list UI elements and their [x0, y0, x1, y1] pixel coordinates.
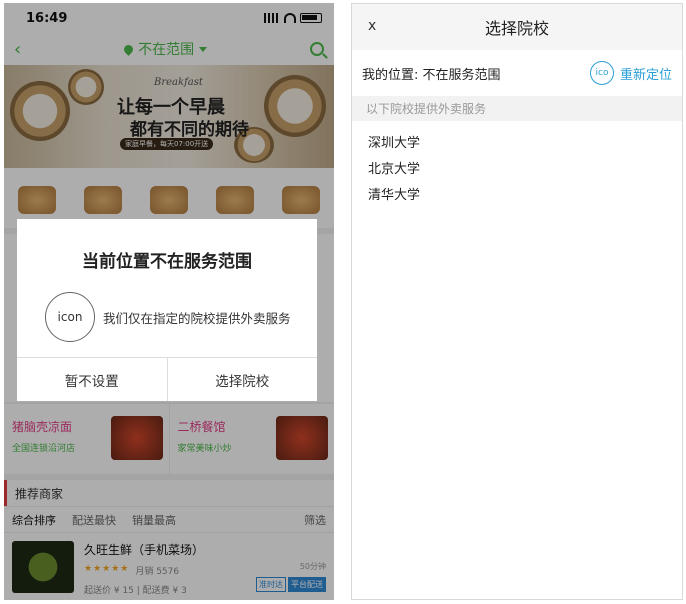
school-item[interactable]: 深圳大学	[352, 131, 682, 157]
relocate-label: 重新定位	[619, 67, 672, 83]
school-select-panel: x 选择院校 我的位置: 不在服务范围 ico 重新定位 以下院校提供外卖服务 …	[351, 3, 683, 600]
school-list: 深圳大学 北京大学 清华大学	[352, 121, 682, 209]
dialog-buttons: 暂不设置 选择院校	[17, 357, 317, 401]
dialog-title: 当前位置不在服务范围	[82, 252, 252, 272]
relocate-button[interactable]: ico 重新定位	[589, 61, 672, 85]
panel-title: 选择院校	[484, 19, 549, 38]
dialog-message: 我们仅在指定的院校提供外卖服务	[103, 310, 291, 326]
out-of-range-dialog: 当前位置不在服务范围 icon 我们仅在指定的院校提供外卖服务 暂不设置 选择院…	[17, 219, 317, 401]
my-location-label: 我的位置: 不在服务范围	[362, 67, 501, 83]
dialog-body: icon 我们仅在指定的院校提供外卖服务	[17, 292, 317, 342]
service-note: 以下院校提供外卖服务	[352, 96, 682, 121]
my-location-row: 我的位置: 不在服务范围 ico 重新定位	[352, 50, 682, 96]
relocate-icon: ico	[589, 61, 614, 85]
close-button[interactable]: x	[368, 18, 376, 34]
panel-header: x 选择院校	[352, 4, 682, 50]
skip-button[interactable]: 暂不设置	[17, 358, 167, 401]
school-item[interactable]: 北京大学	[352, 157, 682, 183]
school-item[interactable]: 清华大学	[352, 183, 682, 209]
placeholder-icon: icon	[45, 292, 95, 342]
phone-screen: 16:49 ‹ 不在范围 Breakfast 让每一个早晨 都有不同的期待 家庭…	[4, 3, 334, 600]
choose-school-button[interactable]: 选择院校	[166, 358, 317, 401]
